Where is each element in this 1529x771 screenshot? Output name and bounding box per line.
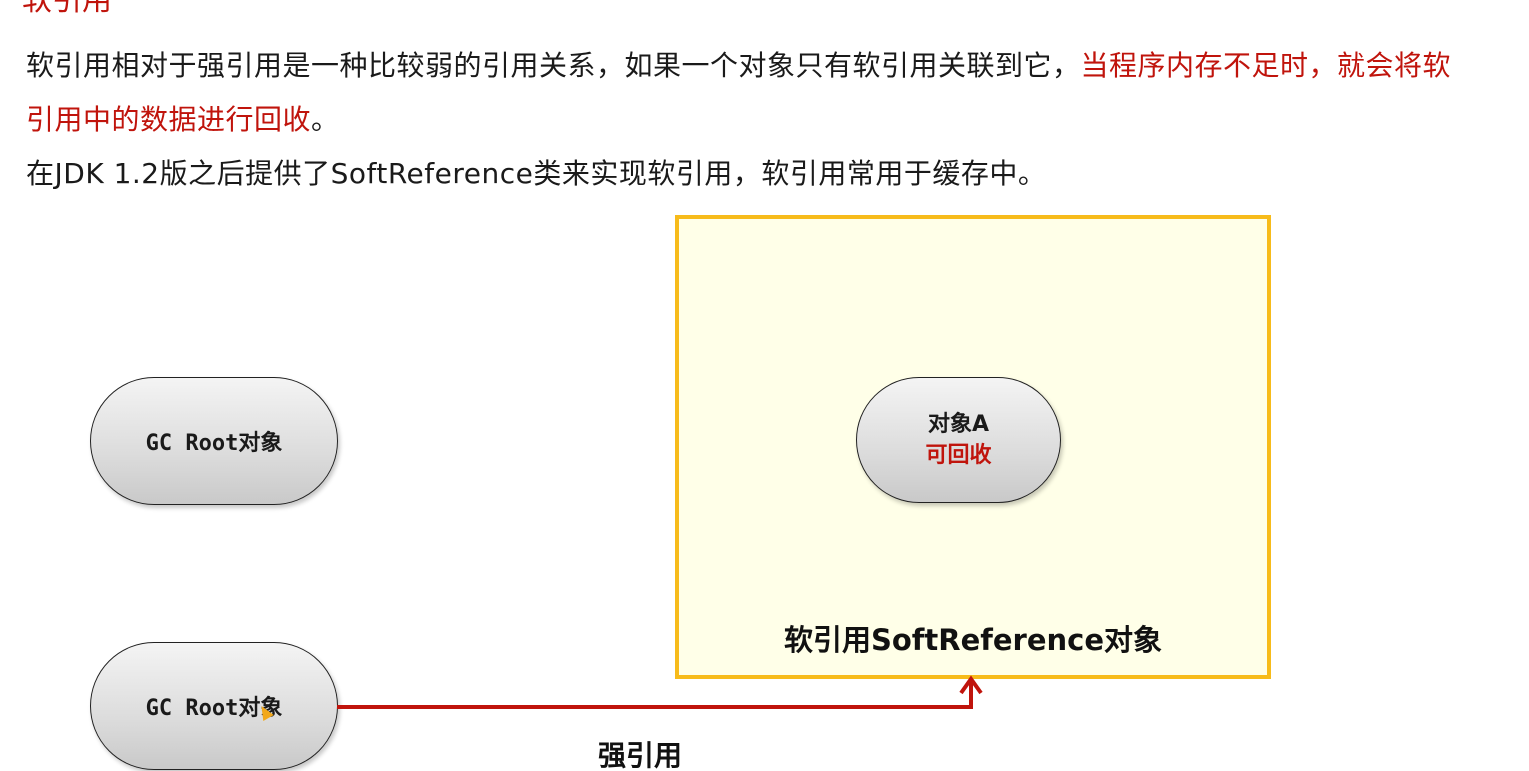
strong-reference-arrow [337,675,983,709]
strong-reference-label: 强引用 [598,739,683,771]
strong-reference-arrow-line [337,681,973,709]
